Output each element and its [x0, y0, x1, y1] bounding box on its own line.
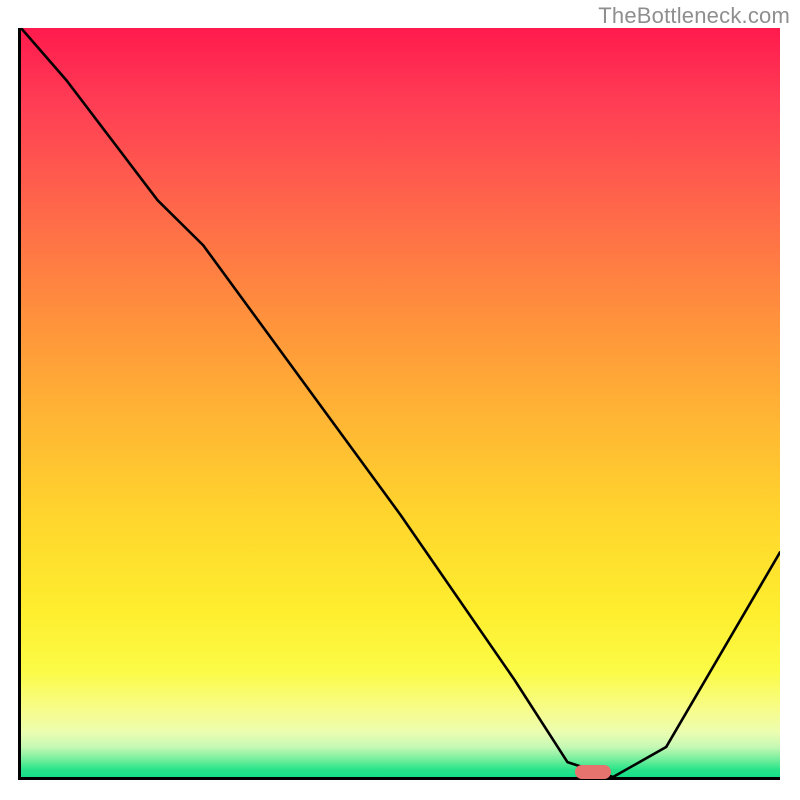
chart-plot-area [18, 28, 780, 780]
optimal-point-marker [575, 765, 611, 779]
bottleneck-curve-line [21, 28, 780, 777]
watermark-text: TheBottleneck.com [598, 3, 790, 29]
